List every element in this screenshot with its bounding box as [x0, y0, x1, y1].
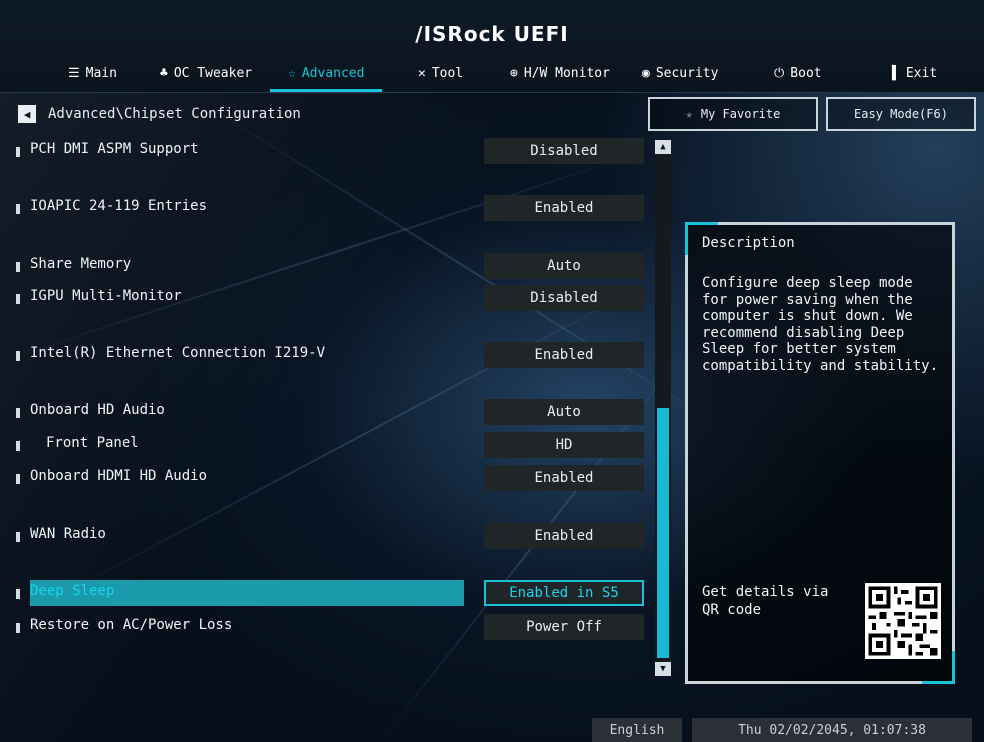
setting-label: Deep Sleep [30, 583, 115, 599]
setting-label: Onboard HD Audio [30, 402, 165, 418]
tab-label: Security [655, 65, 719, 81]
asrock-uefi-logo: /ISRock UEFI [415, 22, 569, 46]
setting-value[interactable]: Disabled [484, 138, 644, 164]
setting-label: IOAPIC 24-119 Entries [30, 198, 208, 214]
setting-value[interactable]: Enabled [484, 465, 644, 491]
setting-row-restore-ac-power-loss[interactable]: Restore on AC/Power Loss Power Off [16, 614, 644, 640]
tab-exit[interactable]: ▌ Exit [892, 60, 937, 86]
setting-value[interactable]: Enabled [484, 342, 644, 368]
setting-label: PCH DMI ASPM Support [30, 141, 199, 157]
tab-label: Main [85, 65, 117, 81]
bullet-icon [16, 351, 20, 361]
setting-row-onboard-hd-audio[interactable]: Onboard HD Audio Auto [16, 399, 644, 425]
description-title: Description [702, 235, 795, 251]
setting-label: Share Memory [30, 256, 132, 272]
setting-row-onboard-hdmi-hd-audio[interactable]: Onboard HDMI HD Audio Enabled [16, 465, 644, 491]
tab-label: Advanced [301, 65, 365, 81]
my-favorite-label: My Favorite [700, 107, 781, 121]
setting-value[interactable]: Auto [484, 399, 644, 425]
setting-label: Intel(R) Ethernet Connection I219-V [30, 345, 326, 361]
tab-label: Exit [905, 65, 938, 81]
tab-oc-tweaker[interactable]: ♣ OC Tweaker [160, 60, 252, 86]
qr-code-icon [865, 583, 941, 659]
tab-label: Boot [790, 65, 822, 81]
setting-label: Onboard HDMI HD Audio [30, 468, 208, 484]
bullet-icon [16, 623, 20, 633]
scrollbar-thumb[interactable] [657, 408, 669, 658]
star-icon: ☆ [288, 65, 296, 81]
setting-label: Front Panel [46, 435, 139, 451]
oc-tweaker-icon: ♣ [160, 65, 168, 81]
setting-value[interactable]: Enabled in S5 [484, 580, 644, 606]
tab-label: Tool [431, 65, 464, 81]
exit-icon: ▌ [892, 65, 900, 81]
top-bar: /ISRock UEFI ☰ Main ♣ OC Tweaker ☆ Advan… [0, 0, 984, 93]
setting-label: IGPU Multi-Monitor [30, 288, 182, 304]
main-tabs: ☰ Main ♣ OC Tweaker ☆ Advanced ✕ Tool ⊕ … [0, 54, 984, 92]
bullet-icon [16, 147, 20, 157]
tab-tool[interactable]: ✕ Tool [418, 60, 463, 86]
scroll-down-icon[interactable]: ▼ [655, 662, 671, 676]
monitor-icon: ⊕ [510, 65, 518, 81]
description-text: Configure deep sleep mode for power savi… [702, 275, 939, 374]
qr-label: Get details via QR code [702, 584, 829, 618]
bullet-icon [16, 474, 20, 484]
setting-value[interactable]: Auto [484, 253, 644, 279]
tab-advanced[interactable]: ☆ Advanced [269, 60, 384, 92]
breadcrumb-path: Advanced\Chipset Configuration [48, 106, 301, 122]
bullet-icon [16, 408, 20, 418]
description-panel: Description Configure deep sleep mode fo… [685, 222, 955, 684]
setting-value[interactable]: Power Off [484, 614, 644, 640]
setting-label: WAN Radio [30, 526, 106, 542]
setting-row-igpu-multi-monitor[interactable]: IGPU Multi-Monitor Disabled [16, 285, 644, 311]
tab-security[interactable]: ◉ Security [642, 60, 718, 86]
tab-label: OC Tweaker [173, 65, 253, 81]
tab-boot[interactable]: ⏻ Boot [774, 60, 822, 86]
setting-value[interactable]: Disabled [484, 285, 644, 311]
setting-row-deep-sleep[interactable]: Deep Sleep Enabled in S5 [16, 580, 644, 606]
setting-row-ioapic[interactable]: IOAPIC 24-119 Entries Enabled [16, 195, 644, 221]
setting-label: Restore on AC/Power Loss [30, 617, 233, 633]
setting-row-pch-dmi-aspm[interactable]: PCH DMI ASPM Support Disabled [16, 138, 644, 164]
setting-row-intel-ethernet[interactable]: Intel(R) Ethernet Connection I219-V Enab… [16, 342, 644, 368]
bullet-icon [16, 262, 20, 272]
breadcrumb: ◀ Advanced\Chipset Configuration [18, 102, 301, 126]
bullet-icon [16, 532, 20, 542]
power-icon: ⏻ [774, 65, 785, 81]
bullet-icon [16, 441, 20, 451]
tool-icon: ✕ [418, 65, 426, 81]
bullet-icon [16, 204, 20, 214]
bullet-icon [16, 589, 20, 599]
setting-value[interactable]: HD [484, 432, 644, 458]
setting-value[interactable]: Enabled [484, 523, 644, 549]
easy-mode-button[interactable]: Easy Mode(F6) [826, 97, 976, 131]
back-arrow-icon[interactable]: ◀ [18, 105, 36, 123]
setting-value[interactable]: Enabled [484, 195, 644, 221]
list-icon: ☰ [68, 65, 80, 81]
easy-mode-label: Easy Mode(F6) [854, 107, 948, 121]
language-selector[interactable]: English [592, 718, 682, 742]
star-icon: ★ [685, 107, 693, 121]
datetime-display: Thu 02/02/2045, 01:07:38 [692, 718, 972, 742]
setting-row-wan-radio[interactable]: WAN Radio Enabled [16, 523, 644, 549]
scroll-up-icon[interactable]: ▲ [655, 140, 671, 154]
setting-row-front-panel[interactable]: Front Panel HD [16, 432, 644, 458]
setting-row-share-memory[interactable]: Share Memory Auto [16, 253, 644, 279]
security-icon: ◉ [642, 65, 650, 81]
tab-label: H/W Monitor [523, 65, 610, 81]
bullet-icon [16, 294, 20, 304]
tab-main[interactable]: ☰ Main [68, 60, 117, 86]
tab-hw-monitor[interactable]: ⊕ H/W Monitor [510, 60, 610, 86]
my-favorite-button[interactable]: ★ My Favorite [648, 97, 818, 131]
